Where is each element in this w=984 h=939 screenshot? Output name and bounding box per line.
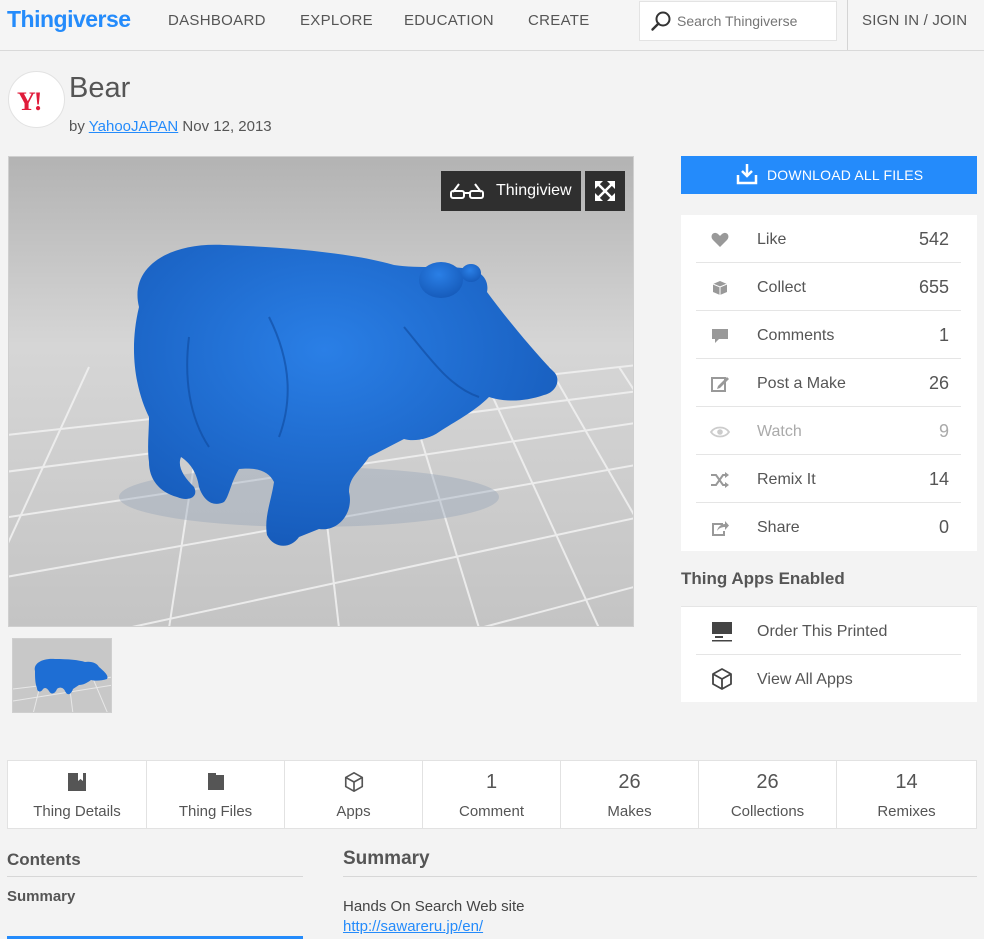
watch-count: 9: [938, 421, 949, 441]
remix-count: 14: [928, 469, 949, 489]
tab-comment[interactable]: 1 Comment: [423, 761, 561, 828]
tab-thing-files-label: Thing Files: [178, 803, 253, 820]
thingiverse-logo[interactable]: Thingiverse: [7, 6, 131, 33]
tab-apps[interactable]: Apps: [285, 761, 423, 828]
contents-divider: [7, 876, 303, 877]
publish-date: Nov 12, 2013: [182, 118, 272, 135]
summary-text: Hands On Search Web site: [343, 898, 525, 915]
eye-icon: [710, 426, 730, 438]
tab-makes-count: 26: [618, 771, 641, 793]
post-make-label: Post a Make: [757, 375, 846, 392]
remix-label: Remix It: [757, 471, 816, 488]
cube-icon: [344, 772, 363, 792]
tab-apps-label: Apps: [336, 803, 371, 820]
author-avatar[interactable]: Y!: [8, 71, 65, 128]
search-input[interactable]: [677, 11, 832, 31]
search-box[interactable]: [639, 1, 837, 41]
tab-makes-label: Makes: [607, 803, 652, 820]
folder-icon: [207, 773, 224, 790]
watch-row[interactable]: Watch 9: [696, 407, 961, 455]
tab-remixes-count: 14: [895, 771, 918, 793]
nav-education[interactable]: EDUCATION: [404, 12, 494, 29]
contents-item-summary[interactable]: Summary: [7, 888, 75, 905]
like-label: Like: [757, 231, 787, 248]
view-all-apps-row[interactable]: View All Apps: [696, 655, 961, 703]
byline: by YahooJAPAN Nov 12, 2013: [69, 118, 272, 135]
post-make-count: 26: [928, 373, 949, 393]
author-link[interactable]: YahooJAPAN: [89, 118, 179, 135]
thing-apps-heading: Thing Apps Enabled: [681, 569, 845, 588]
like-count: 542: [918, 229, 949, 249]
tab-remixes-label: Remixes: [877, 803, 936, 820]
share-label: Share: [757, 519, 800, 536]
sign-in-join-link[interactable]: SIGN IN / JOIN: [862, 12, 967, 29]
bear-thumbnail-image: [13, 639, 111, 712]
order-printed-row[interactable]: Order This Printed: [696, 607, 961, 655]
tab-collections-label: Collections: [730, 803, 805, 820]
byline-by: by: [69, 118, 85, 135]
collect-icon: [712, 281, 728, 295]
tab-collections-count: 26: [756, 771, 779, 793]
post-make-icon: [711, 377, 729, 392]
contents-heading: Contents: [7, 850, 81, 869]
thingiview-button[interactable]: Thingiview: [441, 171, 581, 211]
fullscreen-button[interactable]: [585, 171, 625, 211]
summary-heading: Summary: [343, 848, 430, 869]
heart-icon: [711, 232, 729, 247]
thing-apps-panel: Order This Printed View All Apps: [681, 606, 977, 702]
share-count: 0: [938, 517, 949, 537]
comments-label: Comments: [757, 327, 835, 344]
cube-icon: [712, 668, 732, 690]
stats-panel: Like 542 Collect 655 Comments 1 Post a M…: [681, 215, 977, 551]
expand-icon: [595, 181, 615, 201]
tab-collections[interactable]: 26 Collections: [699, 761, 837, 828]
nav-dashboard[interactable]: DASHBOARD: [168, 12, 266, 29]
tab-comment-count: 1: [485, 771, 498, 793]
thingiview-label: Thingiview: [496, 182, 572, 199]
tab-makes[interactable]: 26 Makes: [561, 761, 699, 828]
post-make-row[interactable]: Post a Make 26: [696, 359, 961, 407]
comments-row[interactable]: Comments 1: [696, 311, 961, 359]
share-icon: [712, 521, 729, 536]
collect-label: Collect: [757, 279, 806, 296]
download-icon: [736, 164, 758, 185]
tab-thing-files[interactable]: Thing Files: [147, 761, 285, 828]
tab-thing-details[interactable]: Thing Details: [8, 761, 147, 828]
3d-glasses-icon: [450, 183, 484, 199]
tab-comment-label: Comment: [458, 803, 525, 820]
summary-link[interactable]: http://sawareru.jp/en/: [343, 918, 483, 935]
thing-tabs: Thing Details Thing Files Apps 1 Comment…: [7, 760, 977, 829]
search-icon: [651, 11, 671, 31]
image-thumbnail[interactable]: [12, 638, 112, 713]
remix-icon: [711, 472, 729, 488]
tab-remixes[interactable]: 14 Remixes: [837, 761, 976, 828]
comments-count: 1: [938, 325, 949, 345]
like-row[interactable]: Like 542: [696, 215, 961, 263]
remix-row[interactable]: Remix It 14: [696, 455, 961, 503]
nav-divider: [847, 0, 848, 50]
share-row[interactable]: Share 0: [696, 503, 961, 551]
collect-row[interactable]: Collect 655: [696, 263, 961, 311]
printer-icon: [712, 622, 732, 642]
nav-explore[interactable]: EXPLORE: [300, 12, 373, 29]
download-label: DOWNLOAD ALL FILES: [767, 167, 924, 183]
collect-count: 655: [918, 277, 949, 297]
bear-model-image: [9, 157, 633, 626]
comment-icon: [712, 329, 728, 343]
book-icon: [68, 773, 86, 791]
order-printed-label: Order This Printed: [757, 623, 888, 640]
nav-create[interactable]: CREATE: [528, 12, 590, 29]
view-all-apps-label: View All Apps: [757, 671, 853, 688]
page-title: Bear: [69, 72, 131, 104]
model-viewer[interactable]: Thingiview: [8, 156, 634, 627]
watch-label: Watch: [757, 423, 802, 440]
yahoo-logo: Y!: [17, 87, 42, 116]
top-navigation: Thingiverse DASHBOARD EXPLORE EDUCATION …: [0, 0, 984, 51]
summary-divider: [343, 876, 977, 877]
download-all-files-button[interactable]: DOWNLOAD ALL FILES: [681, 156, 977, 194]
tab-thing-details-label: Thing Details: [33, 803, 121, 820]
